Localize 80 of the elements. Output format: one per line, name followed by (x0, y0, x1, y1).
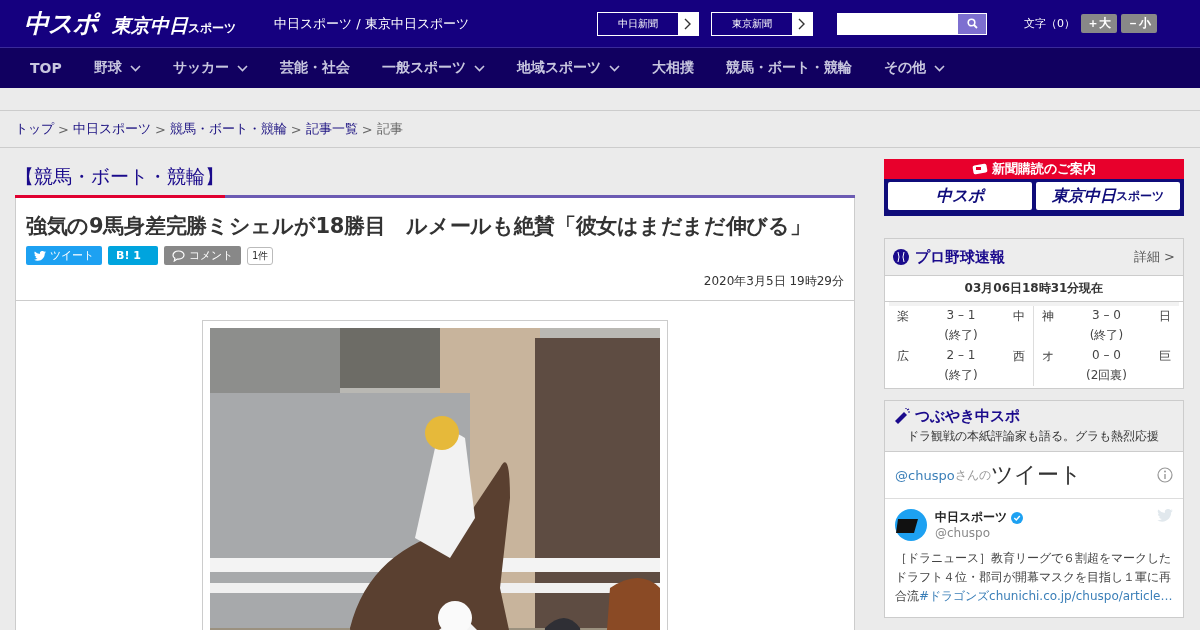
nav-item[interactable]: 大相撲 (635, 59, 710, 77)
nav-item[interactable]: 野球 (77, 59, 157, 77)
breadcrumb-separator: > (361, 121, 373, 137)
hashtag-link[interactable]: #ドラゴンズ (919, 589, 990, 604)
article-date: 2020年3月5日 19時29分 (702, 273, 844, 290)
nav-item[interactable]: サッカー (156, 59, 264, 77)
game-status: (2回裏) (1085, 367, 1128, 384)
account-name: 中日スポーツ (935, 509, 1007, 526)
search-icon (966, 18, 978, 29)
game-status: (終了) (943, 367, 979, 384)
section-title: つぶやき中スポ (915, 407, 1020, 426)
newspaper-link[interactable]: 東京新聞 (711, 11, 813, 36)
nav-item[interactable]: 競馬・ボート・競輪 (709, 59, 868, 77)
chevron-right-icon (798, 17, 806, 30)
details-link[interactable]: 詳細 > (1133, 248, 1175, 266)
team-name: 西 (1012, 348, 1025, 365)
newspaper-logo-link[interactable]: 東京中日スポーツ (1036, 182, 1180, 210)
game-score: 3 – 1 (945, 308, 977, 324)
chevron-down-icon (608, 64, 620, 72)
breadcrumb-separator: > (154, 121, 166, 137)
game-status: (終了) (943, 327, 979, 344)
team-name: オ (1042, 348, 1055, 365)
article-title: 強気の9馬身差完勝ミシェルが18勝目 ルメールも絶賛「彼女はまだまだ伸びる」 (26, 213, 812, 240)
text-size-label: 文字（0） (1024, 16, 1075, 31)
site-name: 中日スポーツ / 東京中日スポーツ (274, 14, 470, 33)
timeline-heading: ツイート (990, 461, 1083, 489)
section-title: プロ野球速報 (915, 247, 1006, 267)
chevron-down-icon (236, 64, 248, 72)
category-heading: 【競馬・ボート・競輪】 (15, 164, 225, 189)
game-score: 3 – 0 (1091, 308, 1122, 324)
speech-bubble-icon (172, 249, 185, 262)
account-link[interactable]: @chuspo (895, 467, 955, 483)
baseball-icon (893, 249, 909, 265)
newspaper-icon (972, 163, 988, 175)
bird-icon (34, 250, 46, 261)
chevron-down-icon (933, 64, 945, 72)
update-time: 03月06日18時31分現在 (885, 276, 1183, 302)
article-link[interactable]: chunichi.co.jp/chuspo/article… (989, 589, 1173, 604)
game-score: 2 – 1 (945, 348, 977, 364)
search-field[interactable] (837, 12, 987, 35)
nav-item[interactable]: TOP (14, 60, 78, 76)
team-name: 巨 (1158, 348, 1171, 365)
nav-item[interactable]: 地域スポーツ (500, 59, 636, 77)
nav-item[interactable]: 一般スポーツ (365, 59, 501, 77)
game-status: (終了) (1088, 327, 1125, 344)
search-button[interactable] (958, 13, 986, 34)
newspaper-logo-link[interactable]: 中スポ (888, 182, 1032, 210)
breadcrumb-link[interactable]: 中日スポーツ (72, 120, 151, 138)
chevron-down-icon (473, 64, 485, 72)
chevron-down-icon (129, 64, 141, 72)
team-name: 日 (1158, 308, 1171, 325)
tweet-text: ［ドラニュース］教育リーグで６割超をマークしたドラフト４位・郡司が開幕マスクを目指し１軍に再合流#ドラゴンズchunichi.co.jp/chuspo/article… (895, 550, 1173, 606)
nav-item[interactable]: その他 (867, 59, 961, 77)
timeline-label: さんの (954, 466, 991, 482)
text-size-button[interactable]: ＋大 (1081, 14, 1117, 33)
section-subtitle: ドラ観戦の本紙評論家も語る。グラも熱烈応援 (906, 428, 1160, 445)
breadcrumb-link[interactable]: トップ (15, 120, 54, 138)
avatar-icon (895, 509, 927, 541)
breadcrumb-separator: > (58, 121, 69, 137)
verified-icon (1011, 511, 1023, 524)
team-name: 中 (1012, 308, 1025, 325)
account-handle: @chuspo (935, 526, 992, 540)
info-icon[interactable] (1157, 467, 1173, 483)
banner-title: 新聞購読のご案内 (992, 160, 1096, 178)
nav-item[interactable]: 芸能・社会 (263, 59, 366, 77)
breadcrumb-link[interactable]: 競馬・ボート・競輪 (169, 120, 287, 138)
breadcrumb-separator: > (290, 121, 302, 137)
comment-button[interactable]: コメント (164, 246, 241, 265)
chevron-right-icon (684, 17, 692, 30)
breadcrumb-link[interactable]: 記事一覧 (305, 120, 358, 138)
team-name: 広 (897, 348, 910, 365)
team-name: 神 (1042, 308, 1055, 325)
text-size-button[interactable]: －小 (1121, 14, 1157, 33)
team-name: 楽 (897, 308, 910, 325)
game-score: 0 – 0 (1091, 348, 1122, 364)
comment-count: 1件 (247, 246, 274, 265)
bird-icon (1157, 509, 1173, 522)
site-logo[interactable]: 東京中日スポーツ (112, 13, 236, 39)
breadcrumb-current: 記事 (376, 120, 403, 138)
newspaper-link[interactable]: 中日新聞 (597, 11, 699, 36)
